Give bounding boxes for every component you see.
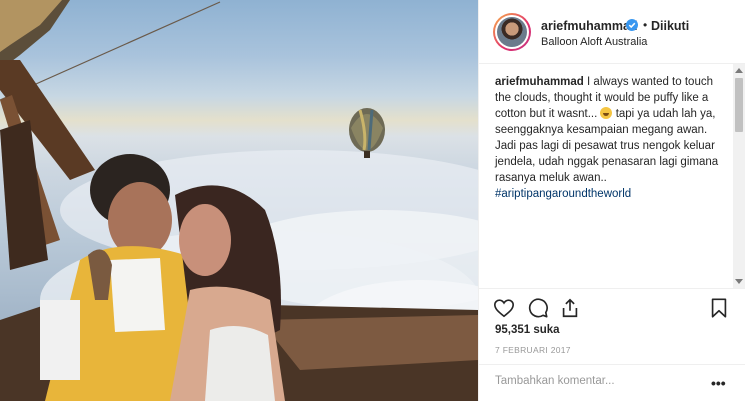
distant-balloon [349, 108, 385, 158]
heart-icon[interactable] [493, 297, 515, 319]
bookmark-icon[interactable] [708, 297, 730, 319]
location-link[interactable]: Balloon Aloft Australia [541, 36, 647, 48]
caption-username-link[interactable]: ariefmuhammad [495, 76, 584, 88]
post-side-panel: ariefmuhammad • Diikuti Balloon Aloft Au… [478, 0, 745, 401]
post-actions: 95,351 suka 7 FEBRUARI 2017 [479, 288, 745, 364]
scroll-up-arrow-icon[interactable] [735, 68, 743, 73]
comment-form: Tambahkan komentar... ••• [479, 364, 745, 401]
comment-input[interactable]: Tambahkan komentar... [495, 375, 615, 387]
follow-status-button[interactable]: Diikuti [651, 19, 689, 33]
verified-badge-icon [626, 19, 638, 31]
avatar[interactable] [493, 13, 531, 51]
likes-count[interactable]: 95,351 suka [495, 324, 560, 336]
woman-figure [170, 185, 285, 401]
photo-illustration [0, 0, 478, 401]
scrollbar-thumb[interactable] [735, 78, 743, 132]
avatar-photo [497, 17, 527, 47]
separator-dot: • [643, 18, 648, 32]
share-upload-icon[interactable] [559, 297, 581, 319]
post-date[interactable]: 7 FEBRUARI 2017 [495, 345, 571, 355]
hashtag-link[interactable]: #ariptipangaroundtheworld [495, 188, 631, 200]
more-options-icon[interactable]: ••• [711, 375, 726, 391]
scrollbar[interactable] [733, 64, 745, 288]
instagram-post: ariefmuhammad • Diikuti Balloon Aloft Au… [0, 0, 745, 401]
scroll-down-arrow-icon[interactable] [735, 279, 743, 284]
post-photo[interactable] [0, 0, 478, 401]
comment-bubble-icon[interactable] [527, 297, 549, 319]
laughing-emoji-icon [600, 107, 613, 119]
post-caption: ariefmuhammad I always wanted to touch t… [495, 74, 727, 202]
post-header: ariefmuhammad • Diikuti Balloon Aloft Au… [479, 0, 745, 64]
comments-scroll-area[interactable]: ariefmuhammad I always wanted to touch t… [479, 64, 733, 288]
username-link[interactable]: ariefmuhammad [541, 19, 638, 33]
